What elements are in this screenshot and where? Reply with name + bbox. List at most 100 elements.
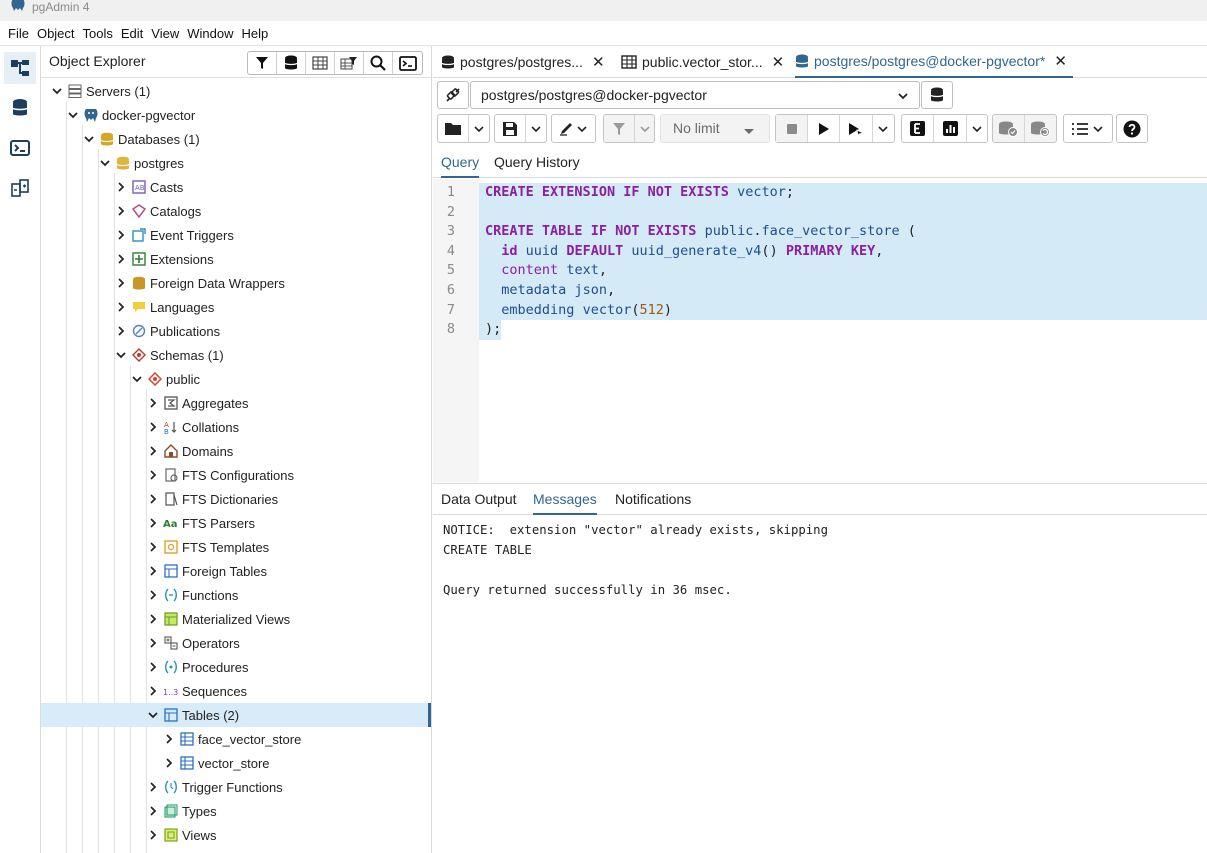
open-folder-icon[interactable] bbox=[438, 115, 470, 142]
chevron-right-icon[interactable] bbox=[147, 421, 159, 433]
tab-query-history[interactable]: Query History bbox=[494, 154, 580, 178]
chevron-right-icon[interactable] bbox=[147, 661, 159, 673]
chevron-right-icon[interactable] bbox=[147, 469, 159, 481]
tree-item-foreign-data-wrappers[interactable]: Foreign Data Wrappers bbox=[41, 271, 431, 295]
commit-icon[interactable] bbox=[993, 115, 1025, 142]
tab-public-vector-store[interactable]: public.vector_stor... ✕ bbox=[621, 46, 784, 78]
tab-postgres-docker-pgvector[interactable]: postgres/postgres@docker-pgvector* ✕ bbox=[795, 46, 1073, 78]
macros-list-icon[interactable] bbox=[1064, 115, 1112, 142]
terminal-icon[interactable] bbox=[393, 52, 422, 74]
menu-edit[interactable]: Edit bbox=[117, 21, 147, 46]
tree-item-materialized-views[interactable]: Materialized Views bbox=[41, 607, 431, 631]
chevron-down-icon[interactable] bbox=[873, 115, 893, 142]
chevron-down-icon[interactable] bbox=[67, 109, 79, 121]
filter-icon[interactable] bbox=[604, 115, 636, 142]
tree-item-domains[interactable]: Domains bbox=[41, 439, 431, 463]
tree-item-fts-dictionaries[interactable]: FTS Dictionaries bbox=[41, 487, 431, 511]
tree-item-publications[interactable]: Publications bbox=[41, 319, 431, 343]
menu-file[interactable]: File bbox=[4, 21, 33, 46]
sql-editor[interactable]: 1 CREATE EXTENSION IF NOT EXISTS vector; 2… bbox=[433, 179, 1207, 482]
menu-view[interactable]: View bbox=[147, 21, 183, 46]
filter-icon[interactable] bbox=[248, 52, 277, 74]
chevron-down-icon[interactable] bbox=[526, 115, 546, 142]
tree-item-vector-store[interactable]: vector_store bbox=[41, 751, 431, 775]
tab-notifications[interactable]: Notifications bbox=[615, 491, 691, 515]
connection-select[interactable]: postgres/postgres@docker-pgvector bbox=[470, 81, 920, 109]
table-view-icon[interactable] bbox=[306, 52, 335, 74]
tree-item-extensions[interactable]: Extensions bbox=[41, 247, 431, 271]
chevron-right-icon[interactable] bbox=[147, 493, 159, 505]
tree-item-postgres[interactable]: postgres bbox=[41, 151, 431, 175]
chevron-right-icon[interactable] bbox=[115, 325, 127, 337]
tree-item-foreign-tables[interactable]: Foreign Tables bbox=[41, 559, 431, 583]
menu-help[interactable]: Help bbox=[238, 21, 273, 46]
tree-item-face-vector-store[interactable]: face_vector_store bbox=[41, 727, 431, 751]
chevron-right-icon[interactable] bbox=[147, 829, 159, 841]
menu-tools[interactable]: Tools bbox=[79, 21, 117, 46]
chevron-down-icon[interactable] bbox=[115, 349, 127, 361]
tab-postgres-query-1[interactable]: postgres/postgres... ✕ bbox=[441, 46, 605, 78]
edit-pencil-icon[interactable] bbox=[552, 115, 595, 142]
chevron-right-icon[interactable] bbox=[115, 253, 127, 265]
query-tool-database-icon[interactable] bbox=[4, 92, 36, 124]
chevron-right-icon[interactable] bbox=[147, 781, 159, 793]
tree-item-fts-templates[interactable]: FTS Templates bbox=[41, 535, 431, 559]
chevron-right-icon[interactable] bbox=[147, 805, 159, 817]
limit-select[interactable]: No limit bbox=[660, 114, 770, 143]
tree-item-types[interactable]: Types bbox=[41, 799, 431, 823]
chevron-right-icon[interactable] bbox=[147, 541, 159, 553]
tree-item-public[interactable]: public bbox=[41, 367, 431, 391]
chevron-down-icon[interactable] bbox=[967, 115, 987, 142]
execute-script-icon[interactable] bbox=[840, 115, 873, 142]
tree-item-databases-1[interactable]: Databases (1) bbox=[41, 127, 431, 151]
psql-terminal-icon[interactable] bbox=[4, 132, 36, 164]
disconnect-icon[interactable] bbox=[437, 81, 469, 109]
tree-item-event-triggers[interactable]: Event Triggers bbox=[41, 223, 431, 247]
tree-item-procedures[interactable]: Procedures bbox=[41, 655, 431, 679]
chevron-right-icon[interactable] bbox=[147, 397, 159, 409]
chevron-right-icon[interactable] bbox=[147, 685, 159, 697]
rollback-icon[interactable] bbox=[1025, 115, 1056, 142]
tree-item-functions[interactable]: Functions bbox=[41, 583, 431, 607]
chevron-right-icon[interactable] bbox=[147, 637, 159, 649]
chevron-right-icon[interactable] bbox=[115, 277, 127, 289]
explain-analyze-icon[interactable] bbox=[934, 115, 967, 142]
chevron-down-icon[interactable] bbox=[51, 85, 63, 97]
save-icon[interactable] bbox=[495, 115, 527, 142]
chevron-right-icon[interactable] bbox=[115, 301, 127, 313]
tree-item-trigger-functions[interactable]: Trigger Functions bbox=[41, 775, 431, 799]
search-icon[interactable] bbox=[364, 52, 393, 74]
tree-item-fts-parsers[interactable]: Aa FTS Parsers bbox=[41, 511, 431, 535]
close-icon[interactable]: ✕ bbox=[592, 53, 605, 71]
chevron-right-icon[interactable] bbox=[163, 757, 175, 769]
tree-item-languages[interactable]: Languages bbox=[41, 295, 431, 319]
chevron-down-icon[interactable] bbox=[469, 115, 489, 142]
tree-item-catalogs[interactable]: Catalogs bbox=[41, 199, 431, 223]
chevron-right-icon[interactable] bbox=[147, 445, 159, 457]
tree-item-sequences[interactable]: 1..3 Sequences bbox=[41, 679, 431, 703]
database-icon[interactable] bbox=[277, 52, 306, 74]
menu-window[interactable]: Window bbox=[183, 21, 237, 46]
chevron-right-icon[interactable] bbox=[147, 517, 159, 529]
chevron-right-icon[interactable] bbox=[163, 733, 175, 745]
tree-item-schemas-1[interactable]: Schemas (1) bbox=[41, 343, 431, 367]
chevron-down-icon[interactable] bbox=[83, 133, 95, 145]
close-icon[interactable]: ✕ bbox=[1054, 52, 1067, 70]
tree-item-tables-2[interactable]: Tables (2) bbox=[41, 703, 431, 727]
tab-query[interactable]: Query bbox=[441, 154, 480, 178]
chevron-down-icon[interactable] bbox=[99, 157, 111, 169]
tree-item-docker-pgvector[interactable]: docker-pgvector bbox=[41, 103, 431, 127]
chevron-right-icon[interactable] bbox=[147, 613, 159, 625]
tree-item-servers-1[interactable]: Servers (1) bbox=[41, 79, 431, 103]
tree-item-fts-configurations[interactable]: FTS Configurations bbox=[41, 463, 431, 487]
chevron-right-icon[interactable] bbox=[147, 589, 159, 601]
tree-item-collations[interactable]: A B Collations bbox=[41, 415, 431, 439]
chevron-right-icon[interactable] bbox=[115, 181, 127, 193]
tree-item-aggregates[interactable]: Aggregates bbox=[41, 391, 431, 415]
tree-item-views[interactable]: Views bbox=[41, 823, 431, 847]
chevron-down-icon[interactable] bbox=[147, 709, 159, 721]
chevron-down-icon[interactable] bbox=[635, 115, 654, 142]
tab-data-output[interactable]: Data Output bbox=[441, 491, 517, 515]
new-connection-database-icon[interactable] bbox=[921, 81, 953, 109]
object-explorer-icon[interactable] bbox=[4, 52, 36, 84]
